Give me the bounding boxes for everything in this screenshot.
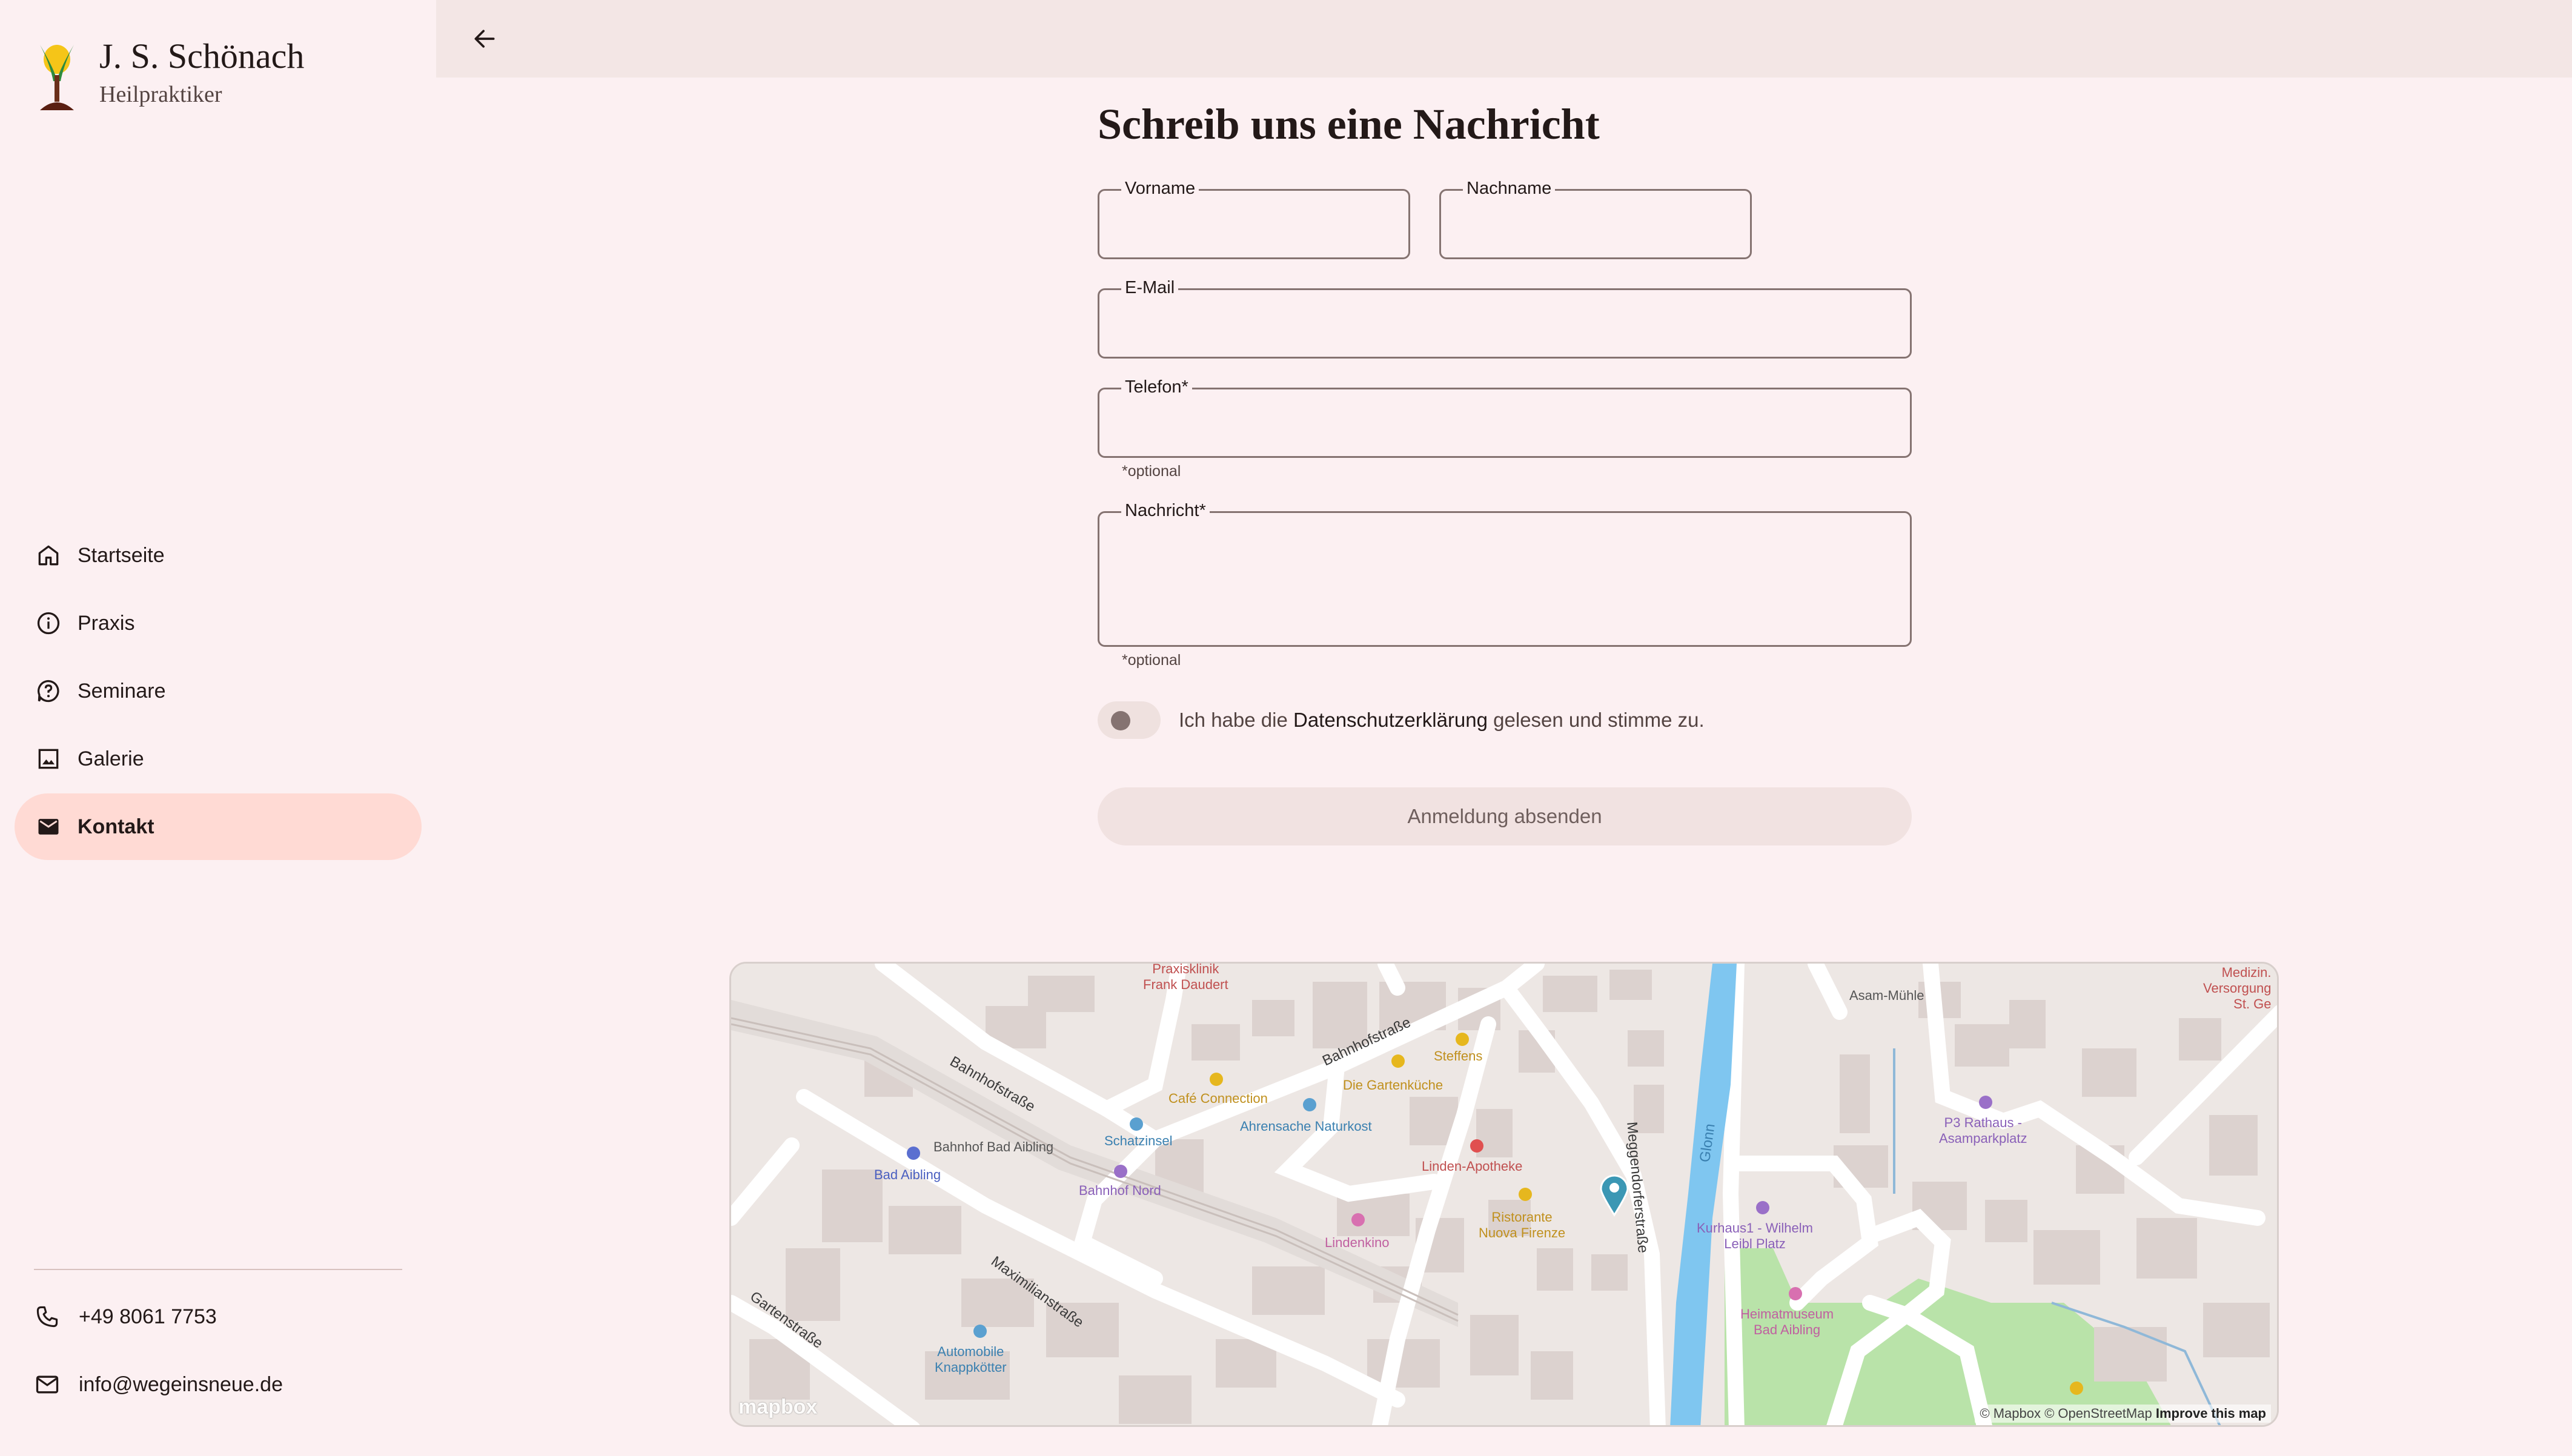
mail-icon: [35, 813, 62, 840]
email-label: E-Mail: [1121, 277, 1179, 299]
map-label-schatzinsel: Schatzinsel: [1104, 1133, 1173, 1148]
main-nav: Startseite Praxis Seminare Galerie Konta…: [15, 522, 422, 861]
mapbox-logo[interactable]: mapbox: [738, 1395, 817, 1419]
toggle-knob: [1111, 711, 1130, 730]
map-label-p3: P3 Rathaus - Asamparkplatz: [1939, 1115, 2027, 1146]
map-attribution-text[interactable]: © Mapbox © OpenStreetMap: [1980, 1406, 2152, 1421]
map-label-linden-apotheke: Linden-Apotheke: [1422, 1159, 1523, 1174]
nav-item-kontakt[interactable]: Kontakt: [15, 793, 422, 860]
info-icon: [35, 610, 62, 637]
contact-email[interactable]: info@wegeinsneue.de: [34, 1371, 422, 1398]
consent-suffix: gelesen und stimme zu.: [1488, 709, 1705, 731]
nav-item-startseite[interactable]: Startseite: [15, 522, 422, 589]
improve-map-link[interactable]: Improve this map: [2156, 1406, 2266, 1421]
message-label: Nachricht*: [1121, 500, 1210, 521]
back-button[interactable]: [460, 15, 509, 63]
map-label-ristorante: Ristorante Nuova Firenze: [1479, 1209, 1566, 1240]
home-icon: [35, 542, 62, 569]
sidebar: J. S. Schönach Heilpraktiker Startseite …: [0, 0, 436, 1456]
poi-bus-stop-icon: [1114, 1165, 1127, 1178]
map-label-bahnhof-bad: Bahnhof Bad Aibling: [933, 1139, 1054, 1154]
poi-cinema-icon: [1351, 1213, 1365, 1226]
lastname-label: Nachname: [1463, 177, 1556, 199]
map-label-heimatmuseum: Heimatmuseum Bad Aibling: [1740, 1306, 1834, 1337]
nav-item-praxis[interactable]: Praxis: [15, 590, 422, 657]
email-field[interactable]: E-Mail: [1098, 277, 1912, 359]
nav-item-seminare[interactable]: Seminare: [15, 658, 422, 724]
lastname-field[interactable]: Nachname: [1439, 177, 1752, 259]
mail-outline-icon: [34, 1371, 61, 1398]
map-label-lindenkino: Lindenkino: [1325, 1235, 1390, 1250]
arrow-back-icon: [474, 30, 495, 48]
poi-museum-icon: [1789, 1287, 1802, 1300]
poi-train-station-icon: [907, 1147, 920, 1160]
nav-item-label: Seminare: [78, 679, 166, 703]
poi-restaurant-icon: [1456, 1033, 1469, 1046]
brand-name: J. S. Schönach: [99, 36, 305, 76]
brand-subtitle: Heilpraktiker: [99, 82, 222, 107]
map-label-gartenkuche: Die Gartenküche: [1343, 1077, 1443, 1093]
poi-shop-icon: [1303, 1098, 1316, 1111]
message-textarea[interactable]: [1099, 513, 1910, 645]
nav-item-label: Startseite: [78, 543, 165, 567]
firstname-input[interactable]: [1099, 191, 1408, 257]
consent-text: Ich habe die Datenschutzerklärung gelese…: [1179, 706, 1705, 734]
map-label-bahnhof-nord: Bahnhof Nord: [1079, 1183, 1161, 1198]
map-label-asam: Asam-Mühle: [1849, 988, 1924, 1003]
map-label-automobile: Automobile Knappkötter: [935, 1344, 1007, 1375]
map-label-steffens: Steffens: [1434, 1048, 1483, 1064]
map-label-bad-aibling: Bad Aibling: [874, 1167, 941, 1182]
poi-restaurant-icon: [1391, 1054, 1405, 1068]
map-label-kurhaus: Kurhaus1 - Wilhelm Leibl Platz: [1697, 1220, 1813, 1251]
phone-input[interactable]: [1099, 389, 1910, 456]
map-label-cafe: Café Connection: [1168, 1091, 1268, 1106]
nav-item-galerie[interactable]: Galerie: [15, 726, 422, 792]
poi-parking-icon: [1756, 1201, 1769, 1214]
map-label-praxisklinik: Praxisklinik Frank Daudert: [1143, 962, 1228, 992]
map[interactable]: Praxisklinik Frank Daudert Asam-Mühle Me…: [729, 962, 2279, 1427]
phone-label: Telefon*: [1121, 376, 1192, 398]
poi-cafe-icon: [1210, 1073, 1223, 1086]
poi-shop-icon: [973, 1325, 987, 1338]
consent-toggle[interactable]: [1098, 701, 1161, 739]
contact-phone[interactable]: +49 8061 7753: [34, 1303, 422, 1330]
contact-phone-text: +49 8061 7753: [79, 1305, 217, 1328]
sidebar-divider: [34, 1269, 402, 1270]
brand[interactable]: J. S. Schönach Heilpraktiker: [34, 35, 304, 114]
image-icon: [35, 746, 62, 772]
nav-item-label: Praxis: [78, 611, 135, 635]
poi-parking-icon: [1979, 1096, 1992, 1109]
poi-shop-icon: [1130, 1117, 1143, 1131]
map-label-ahrensache: Ahrensache Naturkost: [1240, 1119, 1372, 1134]
map-attribution: © Mapbox © OpenStreetMap Improve this ma…: [1975, 1405, 2271, 1423]
lastname-input[interactable]: [1441, 191, 1750, 257]
poi-pharmacy-icon: [1470, 1139, 1483, 1153]
privacy-policy-link[interactable]: Datenschutzerklärung: [1293, 709, 1488, 731]
map-label-medizin: Medizin. Versorgung St. Ge: [2203, 965, 2272, 1011]
top-app-bar: [436, 0, 2572, 78]
nav-item-label: Kontakt: [78, 815, 154, 838]
email-input[interactable]: [1099, 290, 1910, 357]
phone-field[interactable]: Telefon*: [1098, 376, 1912, 458]
contact-email-text: info@wegeinsneue.de: [79, 1372, 283, 1396]
consent-prefix: Ich habe die: [1179, 709, 1293, 731]
page-title: Schreib uns eine Nachricht: [1098, 100, 1600, 148]
phone-icon: [34, 1303, 61, 1330]
message-field[interactable]: Nachricht*: [1098, 500, 1912, 647]
poi-restaurant-icon: [1519, 1188, 1532, 1201]
submit-button[interactable]: Anmeldung absenden: [1098, 787, 1912, 845]
firstname-field[interactable]: Vorname: [1098, 177, 1410, 259]
poi-restaurant-icon: [2070, 1382, 2083, 1395]
firstname-label: Vorname: [1121, 177, 1199, 199]
phone-helper-text: *optional: [1122, 463, 1181, 480]
nav-item-label: Galerie: [78, 747, 144, 770]
help-icon: [35, 678, 62, 704]
brand-logo-icon: [40, 45, 74, 110]
message-helper-text: *optional: [1122, 652, 1181, 669]
